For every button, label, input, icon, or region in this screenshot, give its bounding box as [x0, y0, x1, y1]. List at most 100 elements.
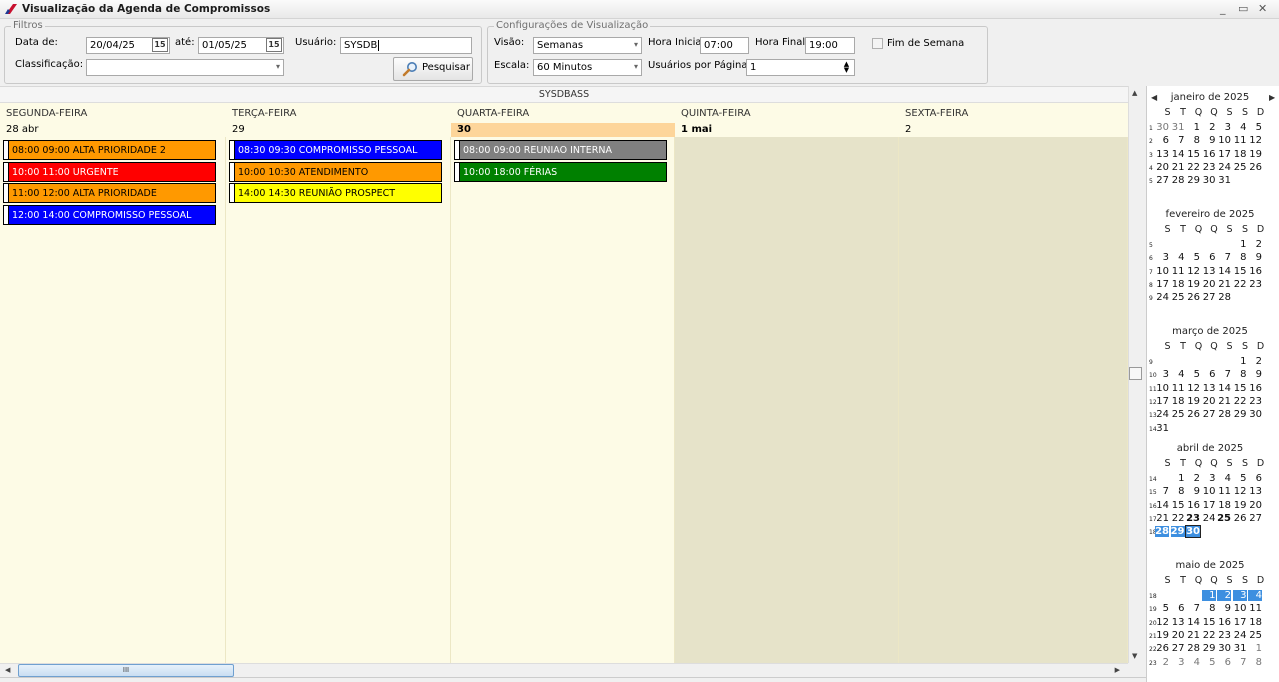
mini-calendar-day[interactable]: 27	[1248, 513, 1262, 524]
appointment-item[interactable]: 08:30 09:30 COMPROMISSO PESSOAL	[229, 140, 442, 160]
mini-calendar-day[interactable]: 6	[1171, 603, 1184, 614]
minimize-icon[interactable]: _	[1220, 2, 1226, 15]
mini-calendar-day[interactable]: 9	[1202, 135, 1215, 146]
day-column-body[interactable]	[451, 137, 675, 664]
mini-calendar-day[interactable]: 12	[1248, 135, 1262, 146]
mini-calendar-day[interactable]: 25	[1233, 162, 1247, 173]
mini-calendar-day[interactable]: 2	[1217, 590, 1231, 601]
mini-calendar-day[interactable]: 18	[1233, 149, 1247, 160]
mini-calendar-day[interactable]: 1	[1233, 356, 1246, 367]
mini-calendar-day[interactable]: 24	[1233, 630, 1247, 641]
mini-calendar-day[interactable]: 12	[1233, 486, 1247, 497]
mini-calendar-day[interactable]: 5	[1186, 369, 1200, 380]
mini-calendar-day[interactable]: 3	[1217, 122, 1231, 133]
mini-calendar-day[interactable]: 26	[1186, 292, 1200, 303]
mini-calendar-day[interactable]: 3	[1202, 473, 1215, 484]
user-input[interactable]: SYSDB	[340, 37, 472, 54]
mini-calendar-day[interactable]: 3	[1171, 657, 1184, 668]
mini-calendar-day[interactable]: 2	[1248, 239, 1262, 250]
mini-calendar-day[interactable]: 5	[1186, 252, 1200, 263]
mini-calendar-day[interactable]: 7	[1217, 369, 1231, 380]
mini-calendar-day[interactable]: 30	[1217, 643, 1231, 654]
mini-calendar-day[interactable]: 21	[1171, 162, 1185, 173]
mini-calendar-day[interactable]: 8	[1233, 252, 1246, 263]
mini-calendar-day[interactable]: 23	[1248, 396, 1262, 407]
agenda-horizontal-scrollbar[interactable]: ◀ III ▶	[0, 663, 1128, 677]
mini-calendar[interactable]: ◀ ▶ janeiro de 2025 S T Q Q S S D 1 30 31 1 2 3 4 5 2 6 7 8…	[1146, 86, 1279, 682]
mini-calendar-day[interactable]: 8	[1233, 369, 1246, 380]
mini-calendar-day[interactable]: 16	[1202, 149, 1216, 160]
mini-calendar-day[interactable]: 4	[1171, 369, 1184, 380]
mini-calendar-day[interactable]: 14	[1186, 617, 1200, 628]
mini-calendar-day[interactable]: 6	[1202, 369, 1215, 380]
scroll-down-icon[interactable]: ▼	[1132, 652, 1137, 660]
mini-calendar-day[interactable]: 24	[1155, 292, 1169, 303]
mini-calendar-day[interactable]: 13	[1155, 149, 1169, 160]
mini-calendar-day[interactable]: 27	[1171, 643, 1185, 654]
mini-calendar-day[interactable]: 9	[1186, 486, 1200, 497]
scale-select[interactable]: 60 Minutos ▾	[533, 59, 642, 76]
view-select[interactable]: Semanas ▾	[533, 37, 642, 54]
mini-calendar-day[interactable]: 29	[1170, 526, 1185, 538]
appointment-item[interactable]: 11:00 12:00 ALTA PRIORIDADE	[3, 183, 216, 204]
mini-calendar-day[interactable]: 9	[1217, 603, 1231, 614]
mini-calendar-day[interactable]: 16	[1248, 266, 1262, 277]
mini-calendar-day[interactable]: 2	[1202, 122, 1215, 133]
date-to-calendar-icon[interactable]: 15	[266, 38, 282, 52]
mini-calendar-day[interactable]: 13	[1171, 617, 1185, 628]
mini-calendar-day[interactable]: 9	[1248, 252, 1262, 263]
mini-calendar-day[interactable]: 26	[1233, 513, 1247, 524]
mini-calendar-day[interactable]: 4	[1248, 590, 1262, 601]
mini-calendar-day[interactable]: 6	[1202, 252, 1215, 263]
mini-calendar-day[interactable]: 30	[1155, 122, 1169, 133]
mini-calendar-day[interactable]: 24	[1202, 513, 1216, 524]
mini-calendar-day[interactable]: 28	[1217, 409, 1231, 420]
mini-calendar-day[interactable]: 5	[1202, 657, 1215, 668]
mini-calendar-day[interactable]: 23	[1202, 162, 1216, 173]
appointment-item[interactable]: 10:00 10:30 ATENDIMENTO	[229, 161, 442, 182]
mini-calendar-day[interactable]: 27	[1155, 175, 1169, 186]
mini-calendar-day[interactable]: 15	[1233, 266, 1247, 277]
mini-calendar-day[interactable]: 2	[1186, 473, 1200, 484]
mini-calendar-day[interactable]: 8	[1186, 135, 1200, 146]
mini-calendar-day[interactable]: 8	[1171, 486, 1184, 497]
mini-calendar-day[interactable]: 23	[1217, 630, 1231, 641]
mini-calendar-day[interactable]: 4	[1233, 122, 1246, 133]
mini-calendar-day[interactable]: 4	[1217, 473, 1231, 484]
mini-calendar-day[interactable]: 5	[1233, 473, 1246, 484]
mini-calendar-day[interactable]: 26	[1248, 162, 1262, 173]
mini-calendar-day[interactable]: 19	[1233, 500, 1247, 511]
mini-calendar-day[interactable]: 10	[1155, 266, 1169, 277]
mini-calendar-day[interactable]: 31	[1171, 122, 1185, 133]
mini-calendar-day[interactable]: 17	[1202, 500, 1216, 511]
mini-calendar-day[interactable]: 18	[1217, 500, 1231, 511]
mini-calendar-day[interactable]: 24	[1155, 409, 1169, 420]
mini-calendar-day[interactable]: 1	[1171, 473, 1184, 484]
mini-calendar-day[interactable]: 20	[1171, 630, 1185, 641]
mini-calendar-day[interactable]: 17	[1217, 149, 1231, 160]
appointment-item[interactable]: 10:00 18:00 FÉRIAS	[454, 161, 667, 182]
mini-calendar-day[interactable]: 7	[1217, 252, 1231, 263]
mini-calendar-day[interactable]: 31	[1155, 423, 1169, 434]
search-button[interactable]: Pesquisar	[393, 57, 473, 81]
mini-calendar-day[interactable]: 2	[1248, 356, 1262, 367]
mini-calendar-day[interactable]: 11	[1171, 266, 1185, 277]
mini-calendar-day[interactable]: 21	[1186, 630, 1200, 641]
mini-calendar-day[interactable]: 8	[1202, 603, 1215, 614]
mini-calendar-day[interactable]: 14	[1217, 383, 1231, 394]
appointment-item[interactable]: 14:00 14:30 REUNIÃO PROSPECT	[229, 183, 442, 204]
mini-calendar-day[interactable]: 22	[1233, 396, 1247, 407]
mini-calendar-day[interactable]: 14	[1217, 266, 1231, 277]
mini-calendar-day[interactable]: 7	[1155, 486, 1169, 497]
mini-calendar-day[interactable]: 15	[1202, 617, 1216, 628]
mini-calendar-day[interactable]: 26	[1186, 409, 1200, 420]
day-column-body[interactable]	[675, 137, 899, 664]
mini-calendar-day[interactable]: 6	[1217, 657, 1231, 668]
mini-calendar-day[interactable]: 9	[1248, 369, 1262, 380]
mini-calendar-day[interactable]: 17	[1155, 279, 1169, 290]
mini-calendar-day[interactable]: 25	[1171, 292, 1185, 303]
mini-calendar-day[interactable]: 4	[1171, 252, 1184, 263]
mini-calendar-day[interactable]: 7	[1186, 603, 1200, 614]
mini-calendar-day[interactable]: 21	[1217, 396, 1231, 407]
mini-calendar-day[interactable]: 6	[1248, 473, 1262, 484]
